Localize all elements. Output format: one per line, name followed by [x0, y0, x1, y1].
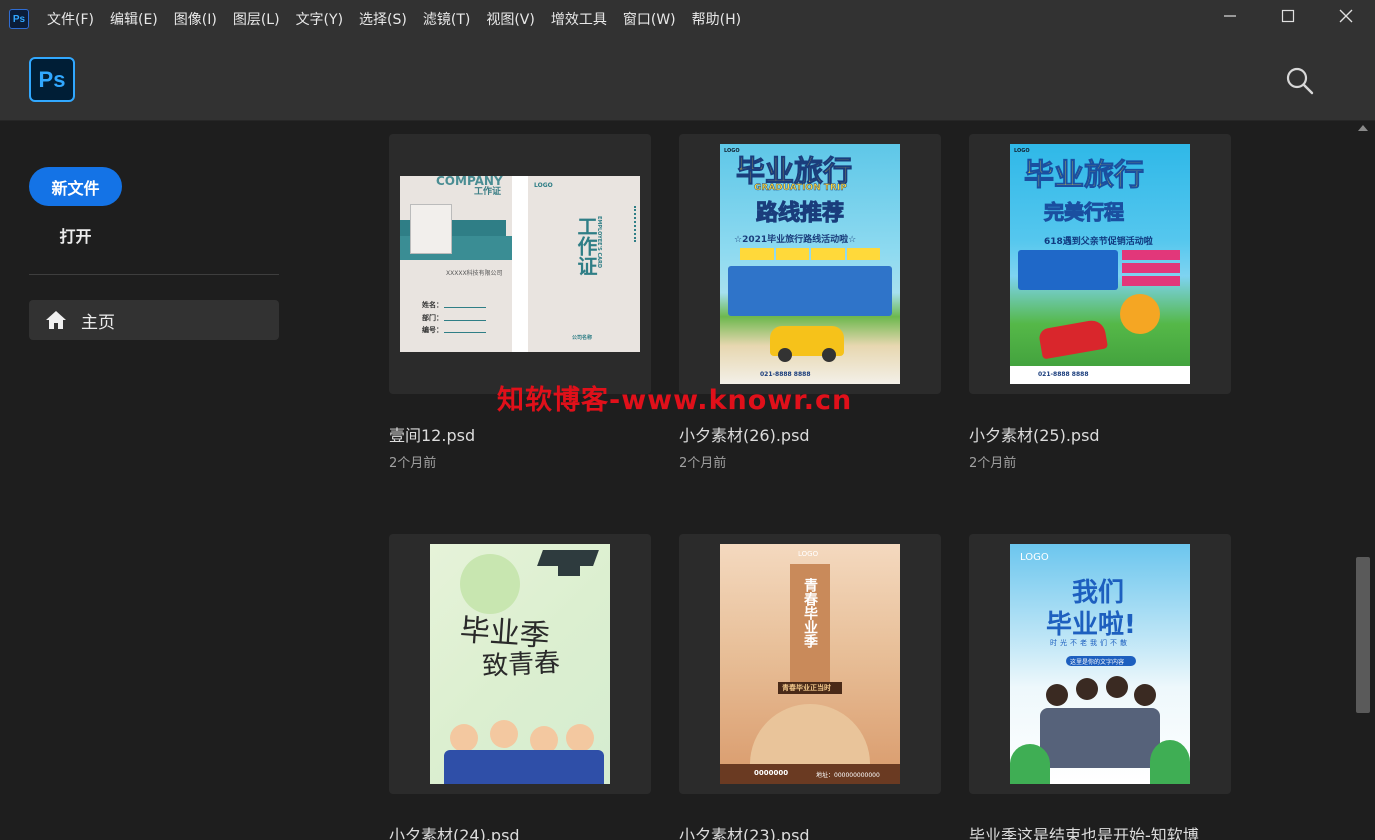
search-icon [1286, 67, 1314, 95]
file-name[interactable]: 小夕素材(23).psd [679, 822, 941, 840]
maximize-icon [1281, 9, 1295, 23]
file-thumbnail[interactable]: 毕业季 致青春 [389, 534, 651, 794]
menu-type[interactable]: 文字(Y) [288, 0, 351, 38]
vertical-scrollbar[interactable] [1353, 121, 1375, 840]
poster-subtitle: 时光不老我们不散 [1050, 639, 1130, 647]
search-button[interactable] [1284, 65, 1316, 97]
poster-graduation-trip: LOGO 毕业旅行 GRADUATION TRIP 路线推荐 ☆2021毕业旅行… [720, 144, 900, 384]
sidebar-item-label: 主页 [81, 312, 115, 333]
file-card[interactable]: LOGO 毕业旅行 完美行程 618遇到父亲节促销活动啦 021-8888 88… [969, 134, 1231, 471]
scrollbar-thumb[interactable] [1356, 557, 1370, 713]
poster-address: 地址：000000000000 [816, 772, 880, 779]
file-date: 2个月前 [389, 456, 437, 471]
file-card[interactable]: LOGO 青春毕业季 青春毕业正当时 0000000 地址：0000000000… [679, 534, 941, 840]
file-thumbnail[interactable]: LOGO 青春毕业季 青春毕业正当时 0000000 地址：0000000000… [679, 534, 941, 794]
new-file-button[interactable]: 新文件 [29, 167, 122, 206]
window-controls [1201, 0, 1375, 32]
file-name[interactable]: 壹间12.psd [389, 422, 651, 446]
menu-layer[interactable]: 图层(L) [225, 0, 288, 38]
poster-title-2: 毕业啦! [1046, 610, 1136, 640]
poster-en: EMPLOYEE'S CARD [596, 216, 602, 268]
menu-image[interactable]: 图像(I) [166, 0, 225, 38]
photoshop-app-icon[interactable]: Ps [9, 9, 29, 29]
minimize-icon [1224, 15, 1236, 17]
poster-field-id: 编号： [422, 326, 443, 334]
file-thumbnail[interactable]: LOGO 毕业旅行 GRADUATION TRIP 路线推荐 ☆2021毕业旅行… [679, 134, 941, 394]
home-icon [46, 311, 66, 329]
file-name[interactable]: 毕业季这是结束也是开始-知软博 [969, 822, 1231, 840]
close-icon [1339, 9, 1353, 23]
maximize-button[interactable] [1259, 0, 1317, 32]
poster-youth-graduation: LOGO 青春毕业季 青春毕业正当时 0000000 地址：0000000000… [720, 544, 900, 784]
poster-title-2: 致青春 [481, 647, 561, 683]
poster-field-dept: 部门： [422, 314, 443, 322]
sidebar: 新文件 打开 主页 [0, 121, 310, 840]
poster-en: GRADUATION TRIP [754, 183, 847, 193]
sidebar-item-home[interactable]: 主页 [29, 300, 279, 340]
poster-phone: 021-8888 8888 [1038, 371, 1089, 378]
file-name[interactable]: 小夕素材(26).psd [679, 422, 941, 446]
poster-banner: ☆2021毕业旅行路线活动啦☆ [734, 235, 857, 245]
file-name[interactable]: 小夕素材(25).psd [969, 422, 1231, 446]
poster-title: 工作证 [474, 187, 502, 197]
menu-select[interactable]: 选择(S) [351, 0, 415, 38]
recent-files-grid: COMPANY 工作证 XXXXX科技有限公司 姓名： 部门： 编号： LOGO… [310, 121, 1353, 840]
file-card[interactable]: LOGO 毕业旅行 GRADUATION TRIP 路线推荐 ☆2021毕业旅行… [679, 134, 941, 471]
poster-logo: LOGO [1020, 552, 1049, 563]
poster-logo: LOGO [534, 182, 553, 189]
poster-we-graduated: LOGO 我们 毕业啦! 时光不老我们不散 这里是你的文字内容 [1010, 544, 1190, 784]
menu-view[interactable]: 视图(V) [478, 0, 543, 38]
file-thumbnail[interactable]: COMPANY 工作证 XXXXX科技有限公司 姓名： 部门： 编号： LOGO… [389, 134, 651, 394]
car-illustration [1037, 318, 1109, 360]
photo-placeholder [410, 204, 452, 254]
menu-filter[interactable]: 滤镜(T) [415, 0, 478, 38]
poster-title: 青春毕业季 [802, 578, 818, 648]
sidebar-divider [29, 274, 279, 275]
minimize-button[interactable] [1201, 0, 1259, 32]
poster-badge: 青春毕业正当时 [782, 684, 831, 692]
home-header: Ps [0, 38, 1375, 121]
menu-file[interactable]: 文件(F) [39, 0, 102, 38]
file-card[interactable]: LOGO 我们 毕业啦! 时光不老我们不散 这里是你的文字内容 毕业季这是结束也… [969, 534, 1231, 840]
poster-subtitle: 路线推荐 [755, 201, 845, 227]
file-card[interactable]: COMPANY 工作证 XXXXX科技有限公司 姓名： 部门： 编号： LOGO… [389, 134, 651, 471]
poster-field-name: 姓名： [422, 301, 443, 309]
file-name[interactable]: 小夕素材(24).psd [389, 822, 651, 840]
poster-subtitle: 完美行程 [1044, 200, 1125, 225]
poster-graduation-youth: 毕业季 致青春 [430, 544, 610, 784]
poster-footer: 公司名称 [572, 335, 593, 341]
poster-phone: 0000000 [754, 769, 789, 777]
menu-edit[interactable]: 编辑(E) [102, 0, 166, 38]
menu-plugins[interactable]: 增效工具 [543, 0, 615, 38]
close-window-button[interactable] [1317, 0, 1375, 32]
poster-badge: 这里是你的文字内容 [1070, 659, 1125, 666]
file-card[interactable]: 毕业季 致青春 小夕素材(24).psd [389, 534, 651, 840]
poster-title: 毕业旅行 [1024, 158, 1145, 194]
menu-bar: Ps 文件(F) 编辑(E) 图像(I) 图层(L) 文字(Y) 选择(S) 滤… [0, 0, 1375, 38]
file-thumbnail[interactable]: LOGO 毕业旅行 完美行程 618遇到父亲节促销活动啦 021-8888 88… [969, 134, 1231, 394]
poster-graduation-trip-green: LOGO 毕业旅行 完美行程 618遇到父亲节促销活动啦 021-8888 88… [1010, 144, 1190, 384]
open-button[interactable]: 打开 [29, 219, 122, 251]
poster-company-name: XXXXX科技有限公司 [446, 270, 503, 277]
watermark-text: 知软博客-www.knowr.cn [497, 385, 853, 416]
menu-window[interactable]: 窗口(W) [615, 0, 684, 38]
poster-phone: 021-8888 8888 [760, 371, 811, 378]
photoshop-logo: Ps [29, 57, 75, 102]
file-thumbnail[interactable]: LOGO 我们 毕业啦! 时光不老我们不散 这里是你的文字内容 [969, 534, 1231, 794]
poster-employee-card: COMPANY 工作证 XXXXX科技有限公司 姓名： 部门： 编号： LOGO… [400, 176, 640, 352]
file-date: 2个月前 [969, 456, 1017, 471]
poster-banner: 618遇到父亲节促销活动啦 [1044, 237, 1153, 247]
file-date: 2个月前 [679, 456, 727, 471]
poster-logo: LOGO [798, 550, 819, 558]
scroll-up-arrow-icon[interactable] [1358, 125, 1368, 131]
menu-help[interactable]: 帮助(H) [684, 0, 749, 38]
